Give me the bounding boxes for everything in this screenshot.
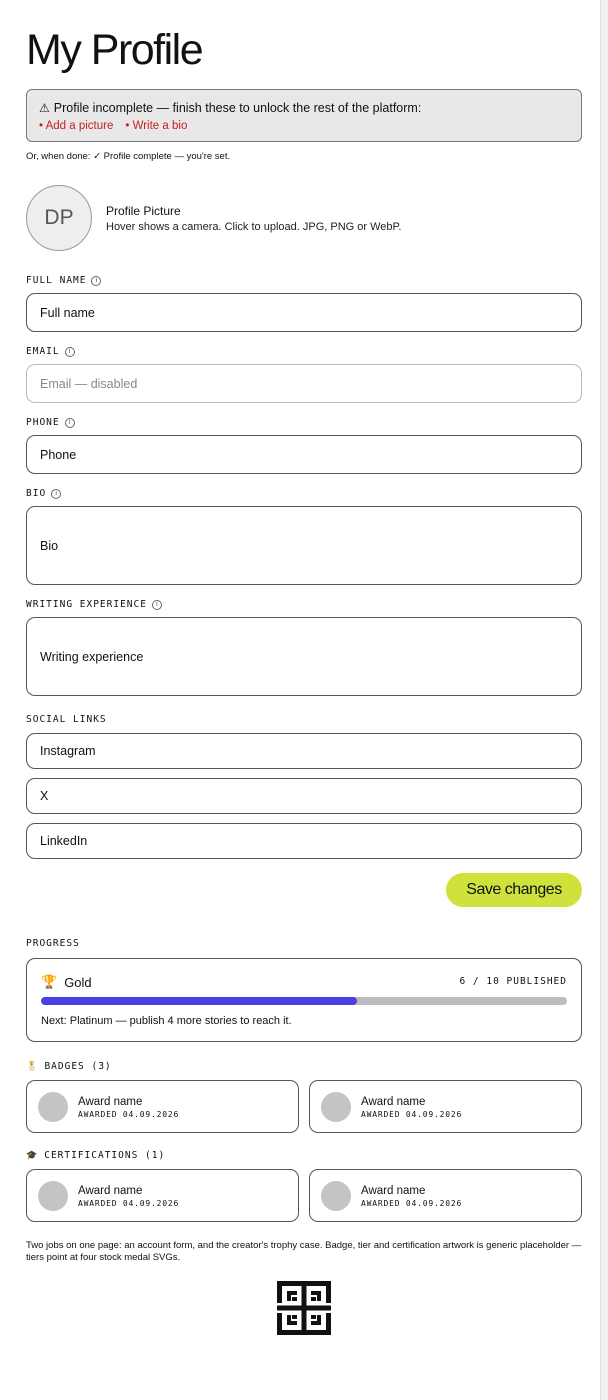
certification-card[interactable]: Award name AWARDED 04.09.2026 (26, 1169, 299, 1222)
progress-label: PROGRESS (26, 938, 80, 949)
full-name-label: FULL NAME i (26, 275, 102, 286)
badge-image (321, 1092, 351, 1122)
info-icon[interactable]: i (51, 488, 62, 499)
bio-textarea[interactable]: Bio (26, 506, 582, 585)
medal-icon: 🎖 (26, 1061, 39, 1072)
alert-todo-list: • Add a picture • Write a bio (39, 120, 569, 132)
tier-name: Gold (64, 974, 92, 990)
full-name-input[interactable]: Full name (26, 293, 582, 332)
social-links-label: SOCIAL LINKS (26, 714, 107, 725)
profile-picture-title: Profile Picture (106, 204, 181, 218)
profile-picture-description: Hover shows a camera. Click to upload. J… (106, 221, 402, 233)
avatar-upload[interactable]: DP (26, 185, 92, 251)
certifications-label: 🎓 CERTIFICATIONS (1) (26, 1150, 166, 1161)
scrollbar[interactable] (600, 0, 608, 1400)
badge-card[interactable]: Award name AWARDED 04.09.2026 (26, 1080, 299, 1133)
info-icon[interactable]: i (151, 599, 162, 610)
progress-bar (41, 997, 567, 1005)
badges-label: 🎖 BADGES (3) (26, 1061, 112, 1072)
award-date: AWARDED 04.09.2026 (361, 1199, 463, 1208)
info-icon[interactable]: i (91, 275, 102, 286)
footnote: Two jobs on one page: an account form, a… (26, 1240, 582, 1263)
award-name: Award name (361, 1185, 426, 1197)
certification-image (321, 1181, 351, 1211)
todo-write-bio[interactable]: • Write a bio (125, 120, 187, 132)
badge-card[interactable]: Award name AWARDED 04.09.2026 (309, 1080, 582, 1133)
brand-logo-icon (277, 1281, 331, 1335)
published-count: 6 / 10 PUBLISHED (459, 976, 567, 987)
alert-message: Profile incomplete — finish these to unl… (53, 101, 422, 115)
x-input[interactable]: X (26, 778, 582, 814)
award-name: Award name (78, 1185, 143, 1197)
linkedin-input[interactable]: LinkedIn (26, 823, 582, 859)
instagram-input[interactable]: Instagram (26, 733, 582, 769)
avatar-initials: DP (44, 206, 74, 229)
writing-experience-textarea[interactable]: Writing experience (26, 617, 582, 696)
info-icon[interactable]: i (64, 417, 75, 428)
bio-label: BIO i (26, 488, 62, 499)
badge-image (38, 1092, 68, 1122)
progress-card: 🏆 Gold 6 / 10 PUBLISHED Next: Platinum —… (26, 958, 582, 1042)
email-input: Email — disabled (26, 364, 582, 403)
next-tier-text: Next: Platinum — publish 4 more stories … (41, 1015, 292, 1027)
profile-incomplete-alert: ⚠ Profile incomplete — finish these to u… (26, 89, 582, 142)
page-title: My Profile (26, 26, 204, 74)
phone-label: PHONE i (26, 417, 75, 428)
writing-experience-label: WRITING EXPERIENCE i (26, 599, 162, 610)
award-date: AWARDED 04.09.2026 (78, 1110, 180, 1119)
trophy-icon: 🏆 (41, 974, 58, 989)
award-date: AWARDED 04.09.2026 (78, 1199, 180, 1208)
certification-card[interactable]: Award name AWARDED 04.09.2026 (309, 1169, 582, 1222)
certification-image (38, 1181, 68, 1211)
profile-complete-note: Or, when done: ✓ Profile complete — you'… (26, 151, 231, 162)
todo-add-picture[interactable]: • Add a picture (39, 120, 113, 132)
phone-input[interactable]: Phone (26, 435, 582, 474)
award-date: AWARDED 04.09.2026 (361, 1110, 463, 1119)
award-name: Award name (78, 1096, 143, 1108)
email-label: EMAIL i (26, 346, 75, 357)
info-icon[interactable]: i (64, 346, 75, 357)
save-changes-button[interactable]: Save changes (446, 873, 582, 907)
graduation-cap-icon: 🎓 (26, 1150, 39, 1161)
award-name: Award name (361, 1096, 426, 1108)
warning-icon: ⚠ (39, 101, 50, 115)
progress-bar-fill (41, 997, 357, 1005)
